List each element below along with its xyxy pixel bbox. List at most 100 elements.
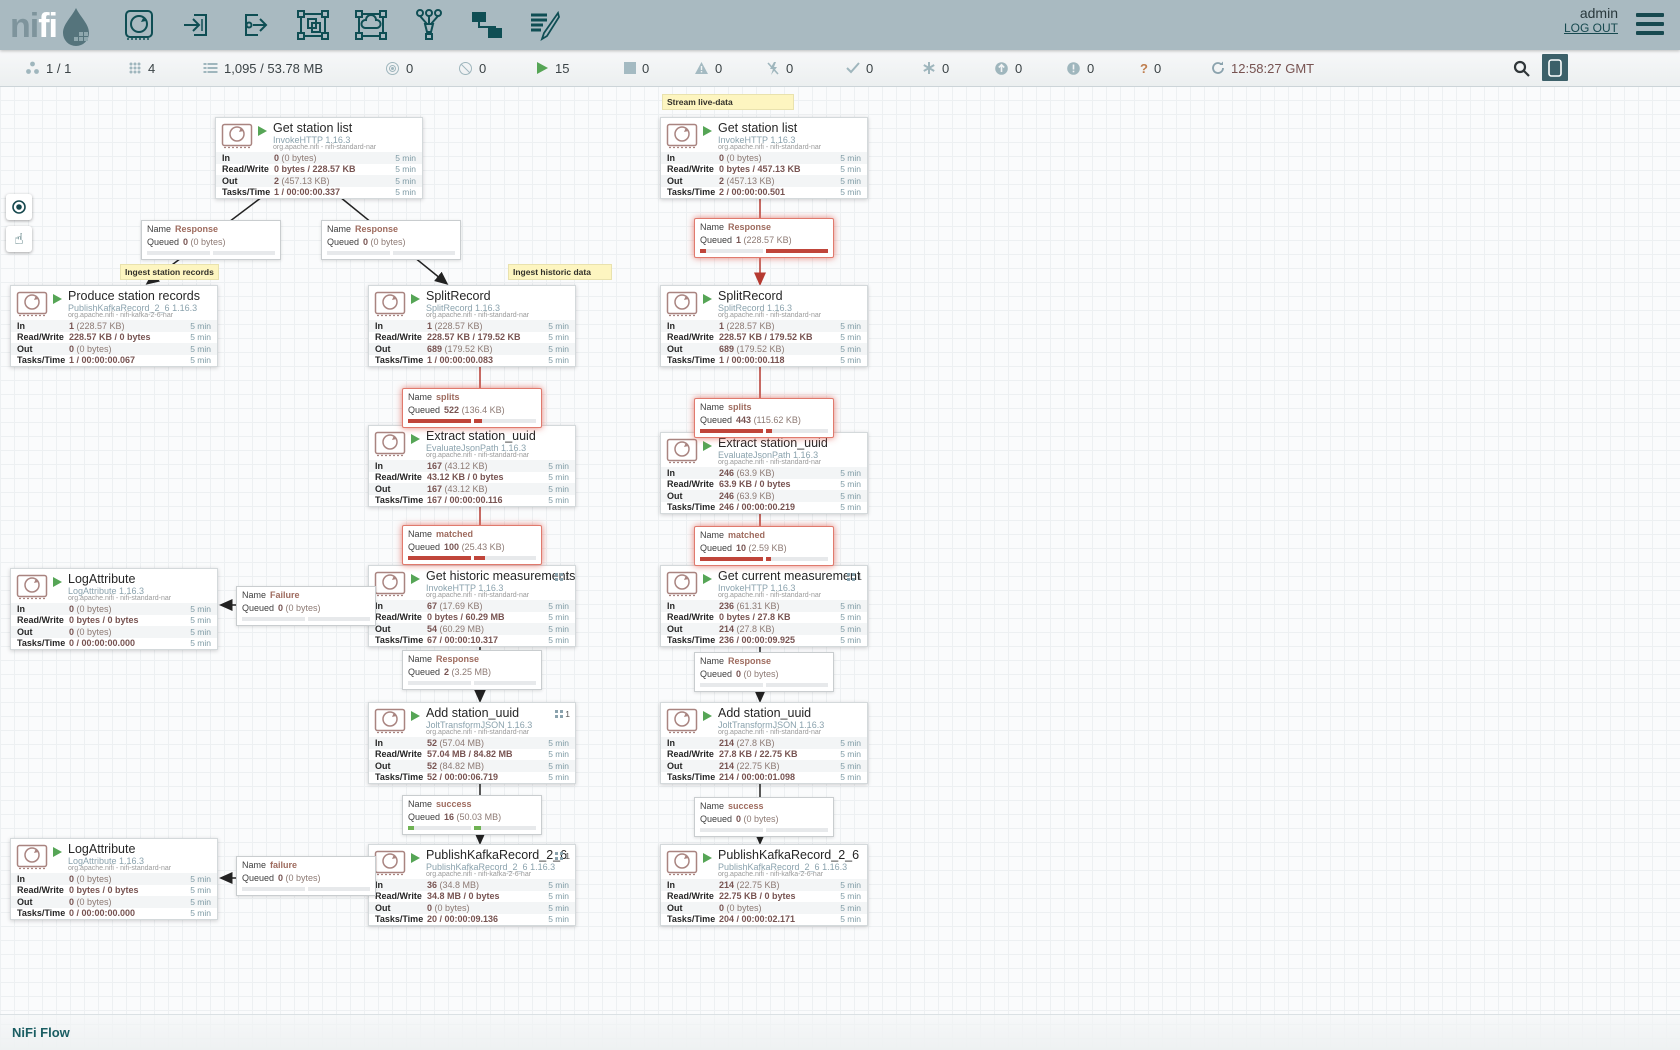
connection-label-response-mid-2[interactable]: NameResponseQueued2 (3.25 MB) [402,650,542,690]
stat-value: 36 (34.8 MB) [427,880,479,890]
processor-add-station-uuid-mid[interactable]: Add station_uuidJoltTransformJSON 1.16.3… [368,702,576,784]
search-button[interactable] [1508,56,1534,80]
connection-label-response-left-1[interactable]: NameResponseQueued0 (0 bytes) [141,220,281,260]
connection-label-matched-mid[interactable]: NamematchedQueued100 (25.43 KB) [402,525,542,565]
label-stream-live-data[interactable]: Stream live-data [662,94,794,110]
connection-label-splits-right[interactable]: NamesplitsQueued443 (115.62 KB) [694,398,834,438]
queued-size: (0 bytes) [283,873,321,883]
connection-name-row: Namefailure [242,860,370,873]
remote-process-group-icon[interactable] [354,7,388,43]
stat-window: 5 min [548,355,569,365]
connection-name-row: Namematched [700,530,828,543]
processor-name: LogAttribute [68,842,135,856]
connection-label-failure-top[interactable]: NameFailureQueued0 (0 bytes) [236,586,376,626]
processor-name: Get station list [273,121,352,135]
processor-header: LogAttributeLogAttribute 1.16.3org.apach… [11,569,217,603]
processor-publishkafka-right[interactable]: PublishKafkaRecord_2_6PublishKafkaRecord… [660,844,868,926]
stat-row-tasks_time: Tasks/Time0 / 00:00:00.0005 min [11,908,217,920]
processor-add-station-uuid-right[interactable]: Add station_uuidJoltTransformJSON 1.16.3… [660,702,868,784]
processor-bundle: org.apache.nifi - nifi-standard-nar [68,595,171,602]
backpressure-fill [766,557,771,561]
not-transmitting-icon [458,61,473,76]
refresh-icon[interactable] [1211,61,1225,75]
connection-name-row: NameResponse [700,222,828,235]
connection-label-response-right-2[interactable]: NameResponseQueued0 (0 bytes) [694,652,834,692]
connection-label-success-right[interactable]: NamesuccessQueued0 (0 bytes) [694,797,834,837]
connection-label-failure-bottom[interactable]: NamefailureQueued0 (0 bytes) [236,856,376,896]
breadcrumb-nifi-flow[interactable]: NiFi Flow [12,1025,70,1040]
relationship-name: splits [728,402,752,412]
backpressure-track [242,617,305,621]
stat-window: 5 min [190,874,211,884]
stat-label: Out [667,176,719,186]
stat-value: 57.04 MB / 84.82 MB [427,749,513,759]
connection-label-matched-right[interactable]: NamematchedQueued10 (2.59 KB) [694,526,834,566]
connection-label-splits-mid[interactable]: NamesplitsQueued522 (136.4 KB) [402,388,542,428]
processor-extract-station-uuid-right[interactable]: Extract station_uuidEvaluateJsonPath 1.1… [660,432,868,514]
stat-window: 5 min [548,601,569,611]
processor-get-current-measurement[interactable]: Get current measurementInvokeHTTP 1.16.3… [660,565,868,647]
funnel-icon[interactable] [412,7,446,43]
stat-window: 5 min [548,891,569,901]
processor-produce-station-records[interactable]: Produce station recordsPublishKafkaRecor… [10,285,218,367]
output-port-icon[interactable] [238,7,272,43]
stat-label: Tasks/Time [375,914,427,924]
stat-label: Tasks/Time [17,638,69,648]
stat-label: Out [667,903,719,913]
queued-size: (0 bytes) [188,237,226,247]
processor-stats: In0 (0 bytes)5 minRead/Write0 bytes / 22… [216,152,422,198]
processor-get-station-list-left[interactable]: Get station listInvokeHTTP 1.16.3org.apa… [215,117,423,199]
global-menu-button[interactable] [1636,13,1664,40]
backpressure-bars [700,557,828,561]
processor-name: Get current measurement [718,569,860,583]
settings-panel-button[interactable] [1542,54,1568,81]
stat-value: 689 (179.52 KB) [719,344,785,354]
processor-get-historic-measurements[interactable]: Get historic measurementsInvokeHTTP 1.16… [368,565,576,647]
processor-name: PublishKafkaRecord_2_6 [718,848,859,862]
stat-row-read_write: Read/Write57.04 MB / 84.82 MB5 min [369,749,575,761]
connection-name-row: NameResponse [408,654,536,667]
logout-link[interactable]: LOG OUT [1564,21,1618,35]
stat-row-in: In52 (57.04 MB)5 min [369,737,575,749]
stat-label: Read/Write [667,332,719,342]
connection-label-response-left-2[interactable]: NameResponseQueued0 (0 bytes) [321,220,461,260]
processor-splitrecord-mid[interactable]: SplitRecordSplitRecord 1.16.3org.apache.… [368,285,576,367]
relationship-name: splits [436,392,460,402]
processor-splitrecord-right[interactable]: SplitRecordSplitRecord 1.16.3org.apache.… [660,285,868,367]
backpressure-track [408,419,471,423]
processor-logattribute-bottom[interactable]: LogAttributeLogAttribute 1.16.3org.apach… [10,838,218,920]
connection-label-response-right-top[interactable]: NameResponseQueued1 (228.57 KB) [694,218,834,258]
connection-name-row: Namesplits [408,392,536,405]
stat-value: 0 (0 bytes) [719,153,762,163]
queued-row: Queued0 (0 bytes) [700,814,828,827]
stat-label: In [667,321,719,331]
queued-size: (0 bytes) [741,669,779,679]
queued-size: (2.59 KB) [746,543,787,553]
input-port-icon[interactable] [180,7,214,43]
backpressure-track [408,681,471,685]
processor-extract-station-uuid-mid[interactable]: Extract station_uuidEvaluateJsonPath 1.1… [368,425,576,507]
processor-stats: In246 (63.9 KB)5 minRead/Write63.9 KB / … [661,467,867,513]
stat-value: 236 / 00:00:09.925 [719,635,795,645]
stat-value: 214 (27.8 KB) [719,624,775,634]
operate-palette-button[interactable]: ☝ [6,226,32,252]
processor-icon[interactable] [122,7,156,43]
label-ingest-historic-data[interactable]: Ingest historic data [508,264,612,280]
stat-row-in: In1 (228.57 KB)5 min [11,320,217,332]
running-status-icon [703,294,712,304]
template-icon[interactable] [470,7,504,43]
stat-label: Out [375,344,427,354]
navigate-palette-button[interactable] [6,194,32,220]
processor-get-station-list-right[interactable]: Get station listInvokeHTTP 1.16.3org.apa… [660,117,868,199]
connection-label-success-mid[interactable]: NamesuccessQueued16 (50.03 MB) [402,795,542,835]
queued-size: (0 bytes) [741,814,779,824]
stat-row-out: Out214 (27.8 KB)5 min [661,623,867,635]
stat-window: 5 min [548,461,569,471]
process-group-icon[interactable] [296,7,330,43]
label-ingest-station-records[interactable]: Ingest station records [120,264,219,280]
stat-label: Tasks/Time [667,772,719,782]
label-icon[interactable] [528,7,562,43]
processor-logattribute-top[interactable]: LogAttributeLogAttribute 1.16.3org.apach… [10,568,218,650]
stat-window: 5 min [840,468,861,478]
processor-publishkafka-mid[interactable]: PublishKafkaRecord_2_6PublishKafkaRecord… [368,844,576,926]
